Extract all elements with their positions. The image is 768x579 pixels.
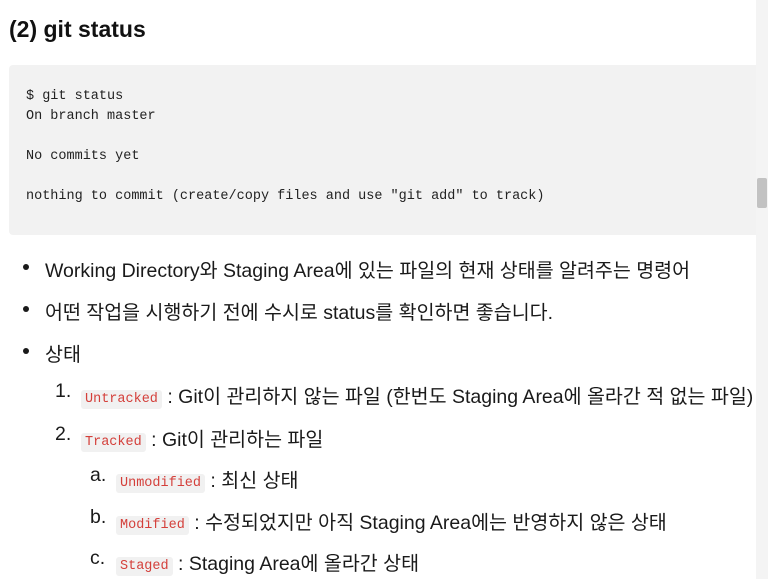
code-block: $ git status On branch master No commits y… [9, 65, 756, 235]
state-description: : Git이 관리하지 않는 파일 (한번도 Staging Area에 올라간… [161, 386, 754, 408]
inline-code: Staged [116, 557, 173, 576]
substate-item-staged: Staged : Staging Area에 올라간 상태 [116, 547, 419, 576]
bullet-marker [23, 306, 29, 312]
list-marker: a. [90, 464, 107, 486]
inline-code: Tracked [81, 433, 146, 452]
section-heading: (2) git status [9, 16, 146, 42]
bullet-marker [23, 264, 29, 270]
inline-code: Modified [116, 516, 189, 535]
bullet-marker [23, 348, 29, 354]
substate-description: : 수정되었지만 아직 Staging Area에는 반영하지 않은 상태 [188, 512, 667, 534]
list-marker: b. [90, 506, 107, 528]
code-line: $ git status [26, 89, 124, 104]
code-line: On branch master [26, 109, 156, 124]
state-item-tracked: Tracked : Git이 관리하는 파일 [81, 423, 323, 452]
list-marker: 1. [55, 380, 72, 402]
inline-code: Untracked [81, 390, 162, 409]
substate-description: : 최신 상태 [205, 470, 299, 492]
bullet-item-description: Working Directory와 Staging Area에 있는 파일의 … [45, 260, 691, 282]
bullet-item-states: 상태 [45, 344, 81, 366]
substate-item-modified: Modified : 수정되었지만 아직 Staging Area에는 반영하지… [116, 506, 667, 535]
list-marker: 2. [55, 423, 72, 445]
code-line: nothing to commit (create/copy files and… [26, 189, 545, 204]
code-line: No commits yet [26, 149, 140, 164]
list-marker: c. [90, 547, 106, 569]
vertical-scrollbar[interactable] [756, 0, 768, 579]
document-content: (2) git status $ git status On branch mas… [0, 0, 756, 579]
state-item-untracked: Untracked : Git이 관리하지 않는 파일 (한번도 Staging… [81, 380, 753, 409]
scrollbar-thumb[interactable] [757, 178, 767, 208]
substate-item-unmodified: Unmodified : 최신 상태 [116, 464, 298, 493]
bullet-item-tip: 어떤 작업을 시행하기 전에 수시로 status를 확인하면 좋습니다. [45, 302, 553, 324]
inline-code: Unmodified [116, 474, 206, 493]
state-description: : Git이 관리하는 파일 [145, 429, 324, 451]
substate-description: : Staging Area에 올라간 상태 [172, 553, 420, 575]
